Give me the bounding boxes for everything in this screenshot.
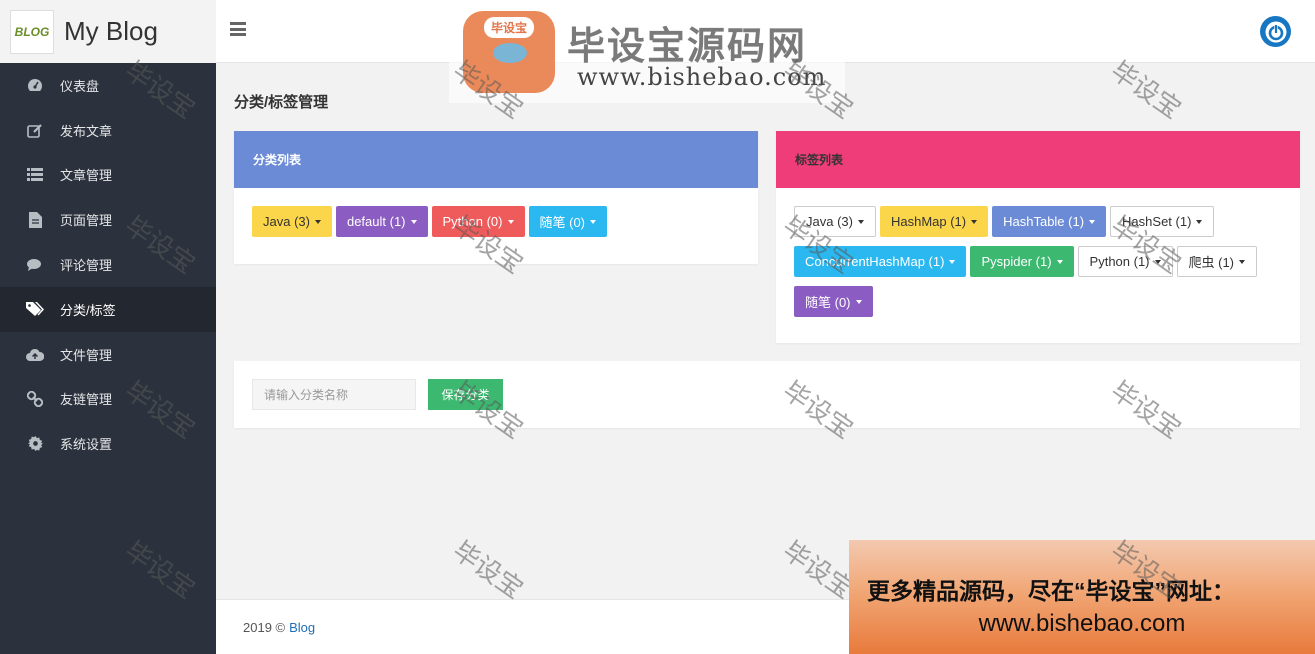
category-dropdown-button[interactable]: default (1): [335, 206, 428, 237]
tag-dropdown-button[interactable]: 随笔 (0): [794, 286, 873, 317]
caret-down-icon: [314, 219, 321, 224]
watermark-banner-title: 毕设宝源码网: [567, 26, 808, 68]
pill-label: HashTable (1): [1003, 214, 1085, 229]
pill-label: default (1): [346, 214, 406, 229]
category-name-input[interactable]: [252, 379, 416, 410]
dashboard-icon: [26, 77, 44, 93]
category-dropdown-button[interactable]: Java (3): [252, 206, 332, 237]
footer-copyright: 2019 ©: [243, 619, 286, 635]
tag-dropdown-button[interactable]: Java (3): [794, 206, 876, 237]
tag-dropdown-button[interactable]: HashTable (1): [992, 206, 1107, 237]
caret-down-icon: [1239, 259, 1246, 264]
blog-logo: BLOG: [10, 9, 54, 54]
sidebar-item-label: 评论管理: [60, 258, 113, 274]
sidebar-item-dashboard[interactable]: 仪表盘: [0, 63, 216, 108]
tags-card-header: 标签列表: [776, 131, 1300, 188]
sidebar-item-tags[interactable]: 分类/标签: [0, 286, 216, 332]
logout-power-icon[interactable]: [1260, 16, 1291, 47]
caret-down-icon: [1056, 259, 1063, 264]
caret-down-icon: [971, 219, 978, 224]
brand[interactable]: BLOG My Blog: [0, 0, 216, 63]
watermark-banner-url: www.bishebao.com: [577, 63, 827, 91]
caret-down-icon: [1154, 259, 1161, 264]
sidebar-item-articles[interactable]: 文章管理: [0, 153, 216, 198]
sidebar-menu: 仪表盘 发布文章 文章管理 页面管理 评论管理 分类/标签 文件管理 友链管理 …: [0, 63, 216, 466]
save-category-button[interactable]: 保存分类: [428, 379, 503, 410]
pill-label: ConcurrentHashMap (1): [805, 254, 945, 269]
menu-toggle-icon[interactable]: [230, 22, 246, 36]
watermark-logo: 毕设宝: [463, 11, 555, 93]
sidebar-item-label: 页面管理: [60, 213, 113, 229]
list-icon: [26, 167, 44, 183]
file-icon: [26, 211, 44, 228]
tags-list: Java (3) HashMap (1) HashTable (1) HashSet …: [776, 188, 1300, 326]
pill-label: Pyspider (1): [981, 254, 1052, 269]
tag-dropdown-button[interactable]: 爬虫 (1): [1176, 246, 1258, 277]
pill-label: 随笔 (0): [805, 295, 851, 310]
sidebar-item-pages[interactable]: 页面管理: [0, 197, 216, 242]
sidebar-item-label: 仪表盘: [60, 78, 100, 94]
sidebar-item-links[interactable]: 友链管理: [0, 377, 216, 422]
pill-label: Java (3): [806, 214, 853, 229]
tag-dropdown-button[interactable]: Pyspider (1): [970, 246, 1074, 277]
pill-label: Python (1): [1089, 254, 1150, 269]
sidebar-item-publish[interactable]: 发布文章: [0, 108, 216, 153]
tag-dropdown-button[interactable]: HashSet (1): [1110, 206, 1215, 237]
categories-card-header: 分类列表: [234, 131, 758, 188]
promo-line1: 更多精品源码，尽在“毕设宝”网址：: [867, 578, 1235, 604]
sidebar-item-files[interactable]: 文件管理: [0, 332, 216, 377]
sidebar-item-label: 发布文章: [60, 123, 113, 139]
sidebar: BLOG My Blog 仪表盘 发布文章 文章管理 页面管理 评论管理 分类/…: [0, 0, 216, 654]
tags-card: 标签列表 Java (3) HashMap (1) HashTable (1) Has…: [776, 131, 1300, 343]
edit-icon: [26, 122, 44, 138]
brand-title: My Blog: [64, 16, 158, 46]
main-content: 分类/标签管理 分类列表 Java (3) default (1) Python (…: [216, 64, 1315, 599]
watermark-banner: 毕设宝 毕设宝源码网 www.bishebao.com: [449, 5, 845, 103]
sidebar-item-label: 文件管理: [60, 347, 113, 363]
caret-down-icon: [857, 219, 864, 224]
add-category-form: 保存分类: [234, 361, 1300, 428]
caret-down-icon: [410, 219, 417, 224]
pill-label: 随笔 (0): [539, 215, 586, 230]
category-dropdown-button[interactable]: 随笔 (0): [528, 206, 608, 237]
categories-list: Java (3) default (1) Python (0) 随笔 (0): [234, 188, 758, 246]
tags-icon: [26, 301, 44, 317]
categories-card: 分类列表 Java (3) default (1) Python (0) 随笔 (0): [234, 131, 758, 264]
comments-icon: [26, 257, 44, 273]
pill-label: Python (0): [442, 214, 503, 229]
pill-label: Java (3): [263, 214, 310, 229]
caret-down-icon: [1089, 219, 1096, 224]
sidebar-item-label: 友链管理: [60, 392, 113, 408]
footer-blog-link[interactable]: Blog: [289, 620, 315, 635]
pill-label: HashSet (1): [1122, 214, 1192, 229]
caret-down-icon: [949, 259, 956, 264]
category-dropdown-button[interactable]: Python (0): [431, 206, 525, 237]
pill-label: HashMap (1): [890, 214, 967, 229]
link-icon: [26, 390, 44, 407]
tags-title: 标签列表: [795, 153, 844, 167]
categories-title: 分类列表: [253, 153, 302, 167]
sidebar-item-label: 系统设置: [60, 437, 113, 453]
cloud-upload-icon: [26, 346, 44, 362]
gear-icon: [26, 436, 44, 452]
promo-banner: 更多精品源码，尽在“毕设宝”网址： www.bishebao.com: [849, 540, 1315, 654]
sidebar-item-settings[interactable]: 系统设置: [0, 421, 216, 466]
page-title: 分类/标签管理: [234, 94, 329, 111]
watermark-logo-label: 毕设宝: [483, 17, 534, 38]
caret-down-icon: [855, 299, 862, 304]
tag-dropdown-button[interactable]: ConcurrentHashMap (1): [794, 246, 967, 277]
sidebar-item-comments[interactable]: 评论管理: [0, 242, 216, 287]
sidebar-item-label: 分类/标签: [60, 302, 116, 318]
sidebar-item-label: 文章管理: [60, 168, 113, 184]
promo-url: www.bishebao.com: [978, 610, 1186, 637]
tag-dropdown-button[interactable]: HashMap (1): [879, 206, 989, 237]
caret-down-icon: [590, 219, 597, 224]
caret-down-icon: [1196, 219, 1203, 224]
pill-label: 爬虫 (1): [1188, 255, 1235, 270]
watermark-logo-mask-icon: [493, 43, 527, 63]
tag-dropdown-button[interactable]: Python (1): [1077, 246, 1173, 277]
caret-down-icon: [507, 219, 514, 224]
